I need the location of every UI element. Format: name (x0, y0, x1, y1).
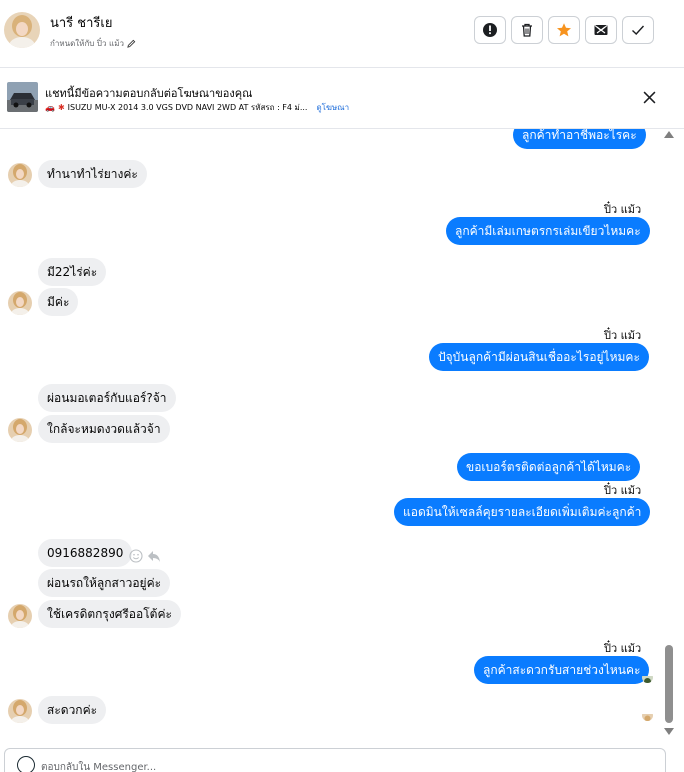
outgoing-message[interactable]: ลูกค้ามีเล่มเกษตรกรเล่มเขียวไหมคะ (446, 217, 650, 245)
contact-avatar-small (8, 291, 32, 315)
scroll-down-arrow-icon[interactable] (664, 728, 674, 735)
outgoing-message[interactable]: ขอเบอร์ตรติดต่อลูกค้าได้ไหมคะ (457, 453, 641, 481)
contact-avatar[interactable] (4, 12, 40, 48)
header-actions (474, 16, 654, 44)
pencil-icon[interactable] (127, 39, 136, 48)
alert-icon (483, 23, 497, 37)
outgoing-message[interactable]: ลูกค้าสะดวกรับสายช่วงไหนคะ (474, 656, 650, 684)
incoming-message[interactable]: มี22ไร่ค่ะ (38, 258, 107, 286)
message-list[interactable]: ลูกค้าทำอาชีพอะไรคะ ทำนาทำไร่ยางค่ะ ปิ๋ว… (0, 129, 660, 743)
contact-avatar-small (8, 604, 32, 628)
assigned-label: กำหนดให้กับ ปิ๋ว แม้ว (50, 39, 124, 48)
car-emoji-icon: 🚗 (45, 103, 55, 112)
reply-composer[interactable]: ตอบกลับใน Messenger... (4, 748, 666, 772)
outgoing-message[interactable]: ปัจุบันลูกค้ามีผ่อนสินเชื่ออะไรอยู่ไหมคะ (429, 343, 649, 371)
close-banner-button[interactable] (640, 88, 658, 106)
sender-name: ปิ๋ว แม้ว (604, 642, 642, 655)
message-scrollbar[interactable] (660, 129, 680, 743)
star-icon (557, 23, 571, 37)
messenger-icon (17, 756, 35, 772)
ad-banner-title: แชทนี้มีข้อความตอบกลับต่อโฆษณาของคุณ (45, 87, 253, 100)
contact-avatar-small (8, 163, 32, 187)
incoming-message[interactable]: ใช้เครดิตกรุงศรีออโต้ค่ะ (38, 600, 181, 628)
messenger-conversation: นารี ชารีเย กำหนดให้กับ ปิ๋ว แม้ว แชทนี้… (0, 0, 684, 772)
incoming-message[interactable]: ผ่อนรถให้ลูกสาวอยู่ค่ะ (38, 569, 171, 597)
incoming-message[interactable]: ผ่อนมอเตอร์กับแอร์?จ้า (38, 384, 176, 412)
sender-name: ปิ๋ว แม้ว (604, 484, 642, 497)
ad-reply-banner: แชทนี้มีข้อความตอบกลับต่อโฆษณาของคุณ 🚗 ✱… (0, 69, 684, 129)
reply-arrow-icon[interactable] (147, 549, 161, 563)
outgoing-message[interactable]: ลูกค้าทำอาชีพอะไรคะ (513, 129, 646, 149)
close-icon (643, 91, 655, 103)
done-button[interactable] (622, 16, 654, 44)
contact-avatar-small (8, 699, 32, 723)
conversation-header: นารี ชารีเย กำหนดให้กับ ปิ๋ว แม้ว (0, 0, 684, 68)
outgoing-message[interactable]: แอดมินให้เซลล์คุยรายละเอียดเพิ่มเติมค่ะล… (394, 498, 651, 526)
sparkle-emoji-icon: ✱ (57, 103, 65, 112)
star-button[interactable] (548, 16, 580, 44)
incoming-message[interactable]: ใกล้จะหมดงวดแล้วจ้า (38, 415, 170, 443)
reply-input[interactable]: ตอบกลับใน Messenger... (41, 760, 156, 772)
assigned-to[interactable]: กำหนดให้กับ ปิ๋ว แม้ว (50, 37, 136, 50)
check-icon (632, 25, 645, 35)
contact-avatar-small (8, 418, 32, 442)
incoming-message[interactable]: ทำนาทำไร่ยางค่ะ (38, 160, 147, 188)
seen-indicator-icon (642, 672, 653, 683)
mail-block-icon (594, 25, 608, 35)
ad-thumbnail[interactable] (7, 82, 38, 112)
contact-name[interactable]: นารี ชารีเย (50, 12, 112, 33)
spam-button[interactable] (585, 16, 617, 44)
incoming-message[interactable]: สะดวกค่ะ (38, 696, 107, 724)
incoming-message[interactable]: มีค่ะ (38, 288, 79, 316)
scroll-up-arrow-icon[interactable] (664, 131, 674, 138)
contact-read-receipt-icon (642, 710, 653, 721)
delete-button[interactable] (511, 16, 543, 44)
report-button[interactable] (474, 16, 506, 44)
trash-icon (522, 23, 532, 37)
view-ad-link[interactable]: ดูโฆษณา (316, 101, 349, 114)
sender-name: ปิ๋ว แม้ว (604, 203, 642, 216)
ad-banner-subtitle: 🚗 ✱ ISUZU MU-X 2014 3.0 VGS DVD NAVI 2WD… (45, 101, 349, 114)
incoming-message[interactable]: 0916882890 (38, 539, 133, 567)
ad-description: ISUZU MU-X 2014 3.0 VGS DVD NAVI 2WD AT … (67, 103, 308, 112)
sender-name: ปิ๋ว แม้ว (604, 329, 642, 342)
smiley-reaction-icon[interactable] (129, 549, 143, 563)
scrollbar-thumb[interactable] (665, 645, 673, 723)
